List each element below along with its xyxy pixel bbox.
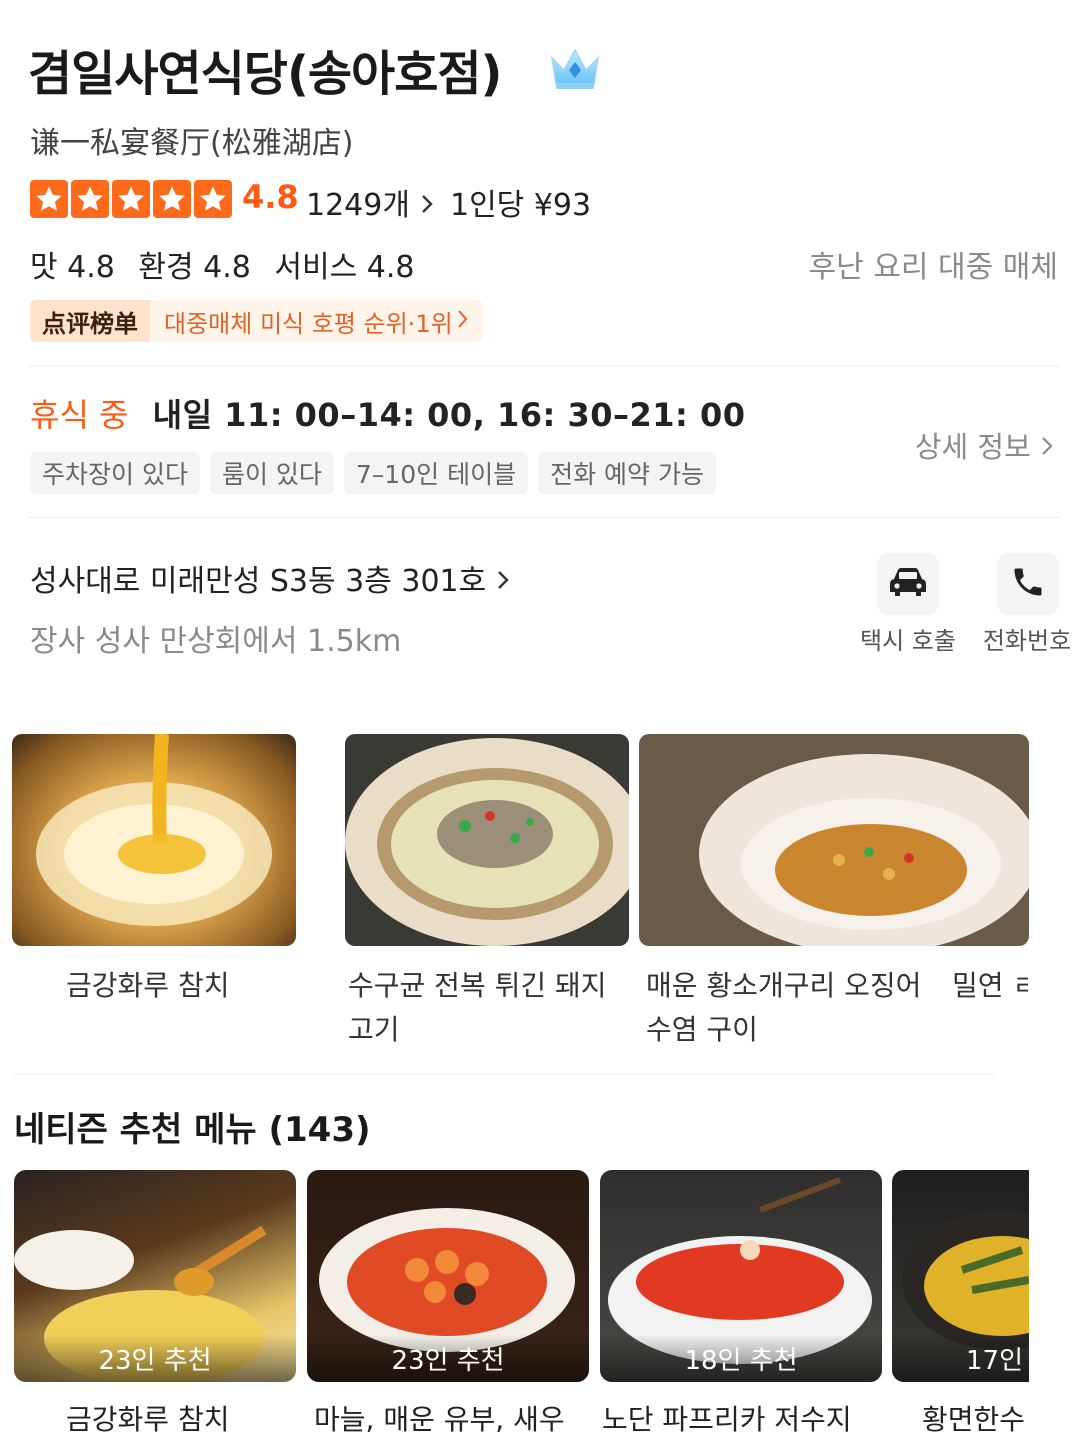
recommend-menu-title: 네티즌 추천 메뉴 (143) [14, 1110, 371, 1150]
recommend-item-name: 노단 파프리카 저수지 [602, 1403, 852, 1436]
chevron-right-icon [496, 564, 510, 599]
ranking-badge[interactable]: 点评榜单 대중매체 미식 호평 순위·1위 [30, 300, 483, 342]
tag-table-size: 7–10인 테이블 [343, 452, 529, 494]
star-icon [153, 180, 191, 218]
dish-name: 밀연 ㄹ [952, 969, 1028, 1002]
hours-text: 내일 11: 00–14: 00, 16: 30–21: 00 [152, 396, 746, 434]
open-status: 휴식 중 [30, 396, 129, 434]
recommend-item-name: 마늘, 매운 유부, 새우 [314, 1403, 565, 1436]
taste-score: 맛 4.8 [30, 250, 115, 285]
chevron-right-icon [1040, 430, 1054, 464]
star-icon [71, 180, 109, 218]
dish-image [699, 754, 1029, 946]
phone-label: 전화번호 [982, 627, 1072, 655]
recommend-count: 23인 추천 [307, 1334, 589, 1382]
tag-phone-booking: 전화 예약 가능 [538, 452, 716, 494]
chevron-right-icon [457, 307, 469, 335]
recommend-item-name: 금강화루 참치 [66, 1403, 230, 1436]
divider [14, 1073, 994, 1074]
address-link[interactable]: 성사대로 미래만성 S3동 3층 301호 [30, 556, 510, 600]
restaurant-original-name: 谦一私宴餐厅(松雅湖店) [30, 126, 354, 161]
ranking-label: 대중매체 미식 호평 순위·1위 [164, 309, 453, 338]
rating-score: 4.8 [242, 178, 299, 216]
price-per-person: 1인당 ¥93 [450, 188, 592, 223]
dish-photo[interactable] [639, 734, 1029, 946]
tag-parking: 주차장이 있다 [30, 452, 200, 494]
detail-info-link[interactable]: 상세 정보 [915, 424, 1054, 466]
recommend-item-name: 황면한수 [922, 1403, 1026, 1436]
recommend-item-card[interactable]: 18인 추천 [600, 1170, 882, 1382]
divider [28, 366, 1060, 367]
facility-tags: 주차장이 있다 룸이 있다 7–10인 테이블 전화 예약 가능 [30, 452, 716, 494]
taxi-button[interactable] [877, 553, 939, 615]
dish-photo[interactable] [12, 734, 296, 946]
dish-name: 금강화루 참치 [66, 969, 230, 1002]
opening-hours: 휴식 중 내일 11: 00–14: 00, 16: 30–21: 00 [30, 390, 746, 436]
star-rating [30, 180, 232, 218]
distance-text: 장사 성사 만상회에서 1.5km [30, 624, 402, 659]
recommend-item-card[interactable]: 17인 [892, 1170, 1029, 1382]
ranking-tag: 点评榜单 [30, 300, 150, 342]
dish-image [36, 734, 272, 926]
chevron-right-icon [420, 188, 434, 223]
dish-name: 매운 황소개구리 오징어 수염 구이 [646, 969, 922, 1046]
car-icon [886, 565, 930, 603]
crown-badge-icon [548, 44, 602, 92]
dish-photo[interactable] [345, 734, 629, 946]
restaurant-name: 겸일사연식당(송아호점) [28, 46, 502, 102]
star-icon [194, 180, 232, 218]
recommend-count: 18인 추천 [600, 1334, 882, 1382]
dish-name: 수구균 전복 튀긴 돼지 고기 [348, 969, 607, 1046]
environment-score: 환경 4.8 [138, 250, 251, 285]
recommend-count: 17인 [892, 1334, 1029, 1382]
address-text: 성사대로 미래만성 S3동 3층 301호 [30, 564, 487, 599]
review-count-link[interactable]: 1249개 [306, 180, 434, 224]
phone-button[interactable] [997, 553, 1059, 615]
phone-icon [1010, 564, 1046, 604]
recommend-item-card[interactable]: 23인 추천 [307, 1170, 589, 1382]
review-count: 1249개 [306, 188, 410, 223]
taxi-label: 택시 호출 [860, 627, 956, 655]
ranking-text: 대중매체 미식 호평 순위·1위 [150, 300, 483, 342]
service-score: 서비스 4.8 [274, 250, 415, 285]
dish-image [345, 738, 629, 946]
detail-info-label: 상세 정보 [914, 430, 1031, 464]
star-icon [112, 180, 150, 218]
sub-scores: 맛 4.8 환경 4.8 서비스 4.8 [30, 242, 428, 286]
recommend-item-card[interactable]: 23인 추천 [14, 1170, 296, 1382]
tag-private-room: 룸이 있다 [209, 452, 334, 494]
star-icon [30, 180, 68, 218]
cuisine-category: 후난 요리 대중 매체 [808, 250, 1058, 285]
recommend-count: 23인 추천 [14, 1334, 296, 1382]
divider [28, 517, 1060, 518]
